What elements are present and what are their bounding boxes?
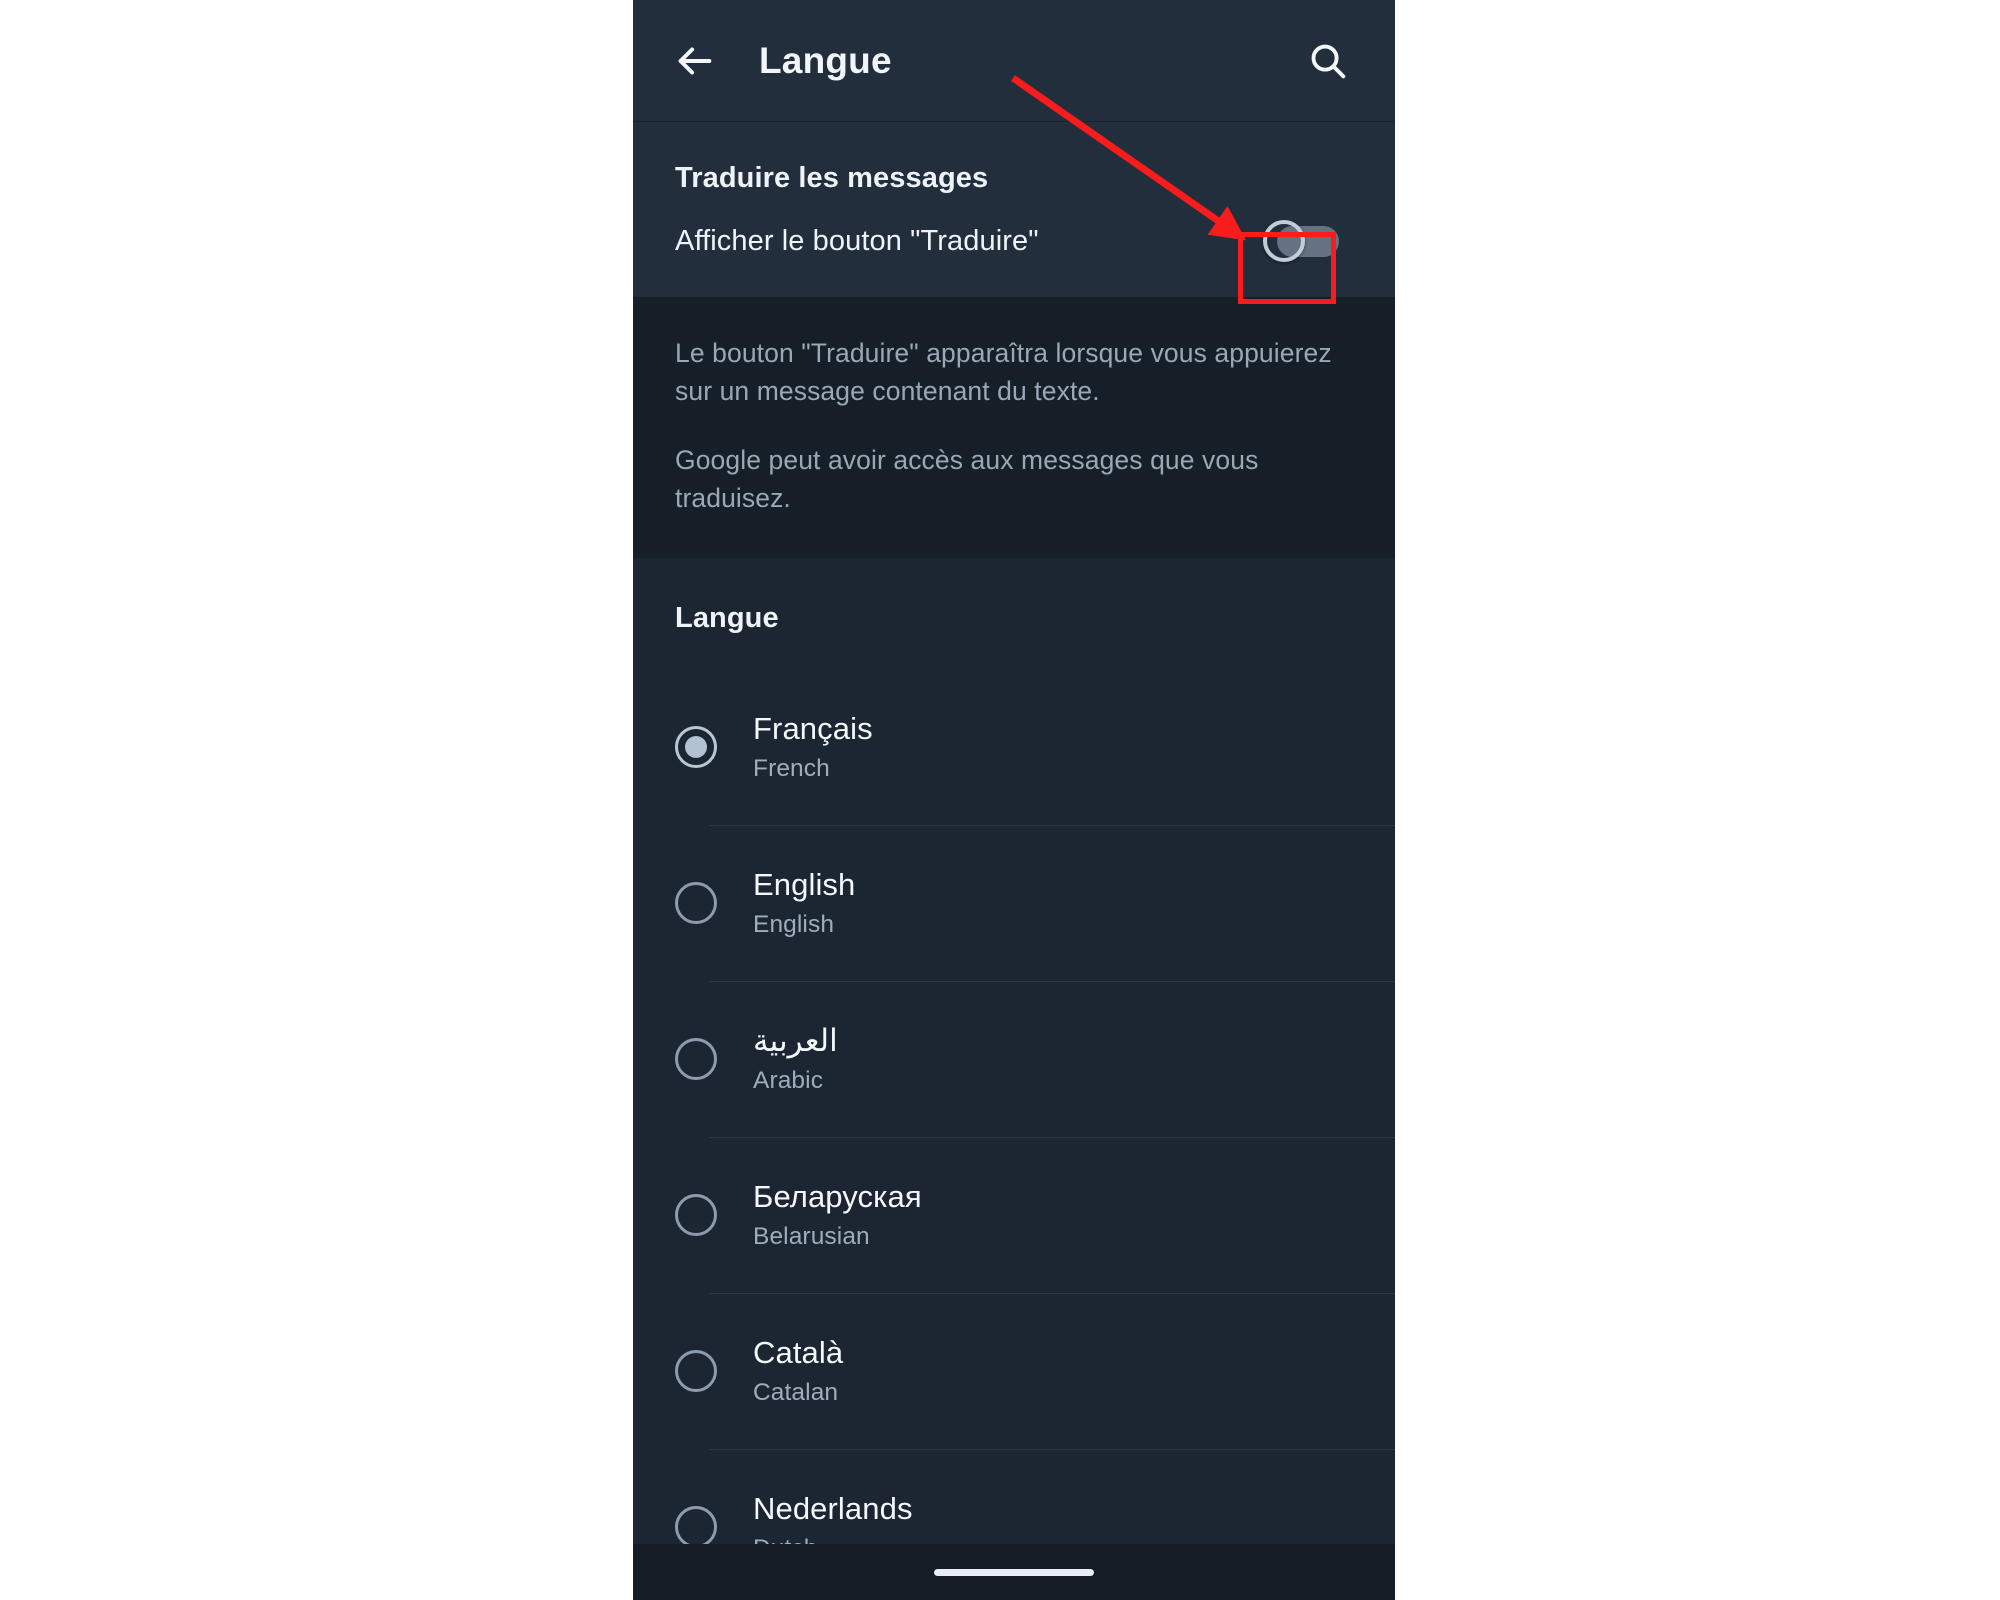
language-labels: العربية Arabic (753, 1023, 838, 1095)
language-native-name: Беларуская (753, 1178, 922, 1214)
screenshot-canvas: Langue Traduire les messages Afficher le… (0, 0, 2000, 1600)
language-english-name: English (753, 910, 835, 938)
language-section-heading: Langue (675, 601, 779, 634)
show-translate-button-label: Afficher le bouton "Traduire" (675, 224, 1039, 257)
language-option-english[interactable]: English English (633, 824, 1395, 981)
description-paragraph-1: Le bouton "Traduire" apparaîtra lorsque … (675, 338, 1332, 406)
language-native-name: Nederlands (753, 1490, 913, 1526)
translate-messages-section: Traduire les messages Afficher le bouton… (633, 122, 1395, 297)
language-english-name: Belarusian (753, 1222, 870, 1250)
page-title: Langue (759, 39, 892, 81)
language-english-name: French (753, 754, 830, 782)
language-labels: Беларуская Belarusian (753, 1179, 922, 1251)
app-bar: Langue (633, 0, 1395, 122)
translate-description-block: Le bouton "Traduire" apparaîtra lorsque … (633, 297, 1395, 558)
arrow-left-icon (678, 46, 712, 75)
language-native-name: العربية (753, 1022, 838, 1058)
home-indicator[interactable] (934, 1568, 1094, 1576)
show-translate-button-row[interactable]: Afficher le bouton "Traduire" (633, 195, 1395, 283)
system-navigation-bar (633, 1544, 1395, 1600)
language-labels: Català Catalan (753, 1335, 843, 1407)
back-button[interactable] (651, 18, 737, 104)
show-translate-button-toggle[interactable] (1261, 217, 1341, 265)
radio-button[interactable] (675, 1505, 717, 1548)
description-paragraph-2: Google peut avoir accès aux messages que… (675, 445, 1259, 513)
radio-button[interactable] (675, 1037, 717, 1080)
translate-section-heading: Traduire les messages (675, 162, 989, 194)
language-labels: English English (753, 867, 855, 939)
language-option-catalan[interactable]: Català Catalan (633, 1292, 1395, 1449)
toggle-knob (1263, 220, 1305, 262)
radio-button[interactable] (675, 1193, 717, 1236)
language-native-name: English (753, 866, 856, 902)
radio-button[interactable] (675, 725, 717, 768)
language-native-name: Français (753, 710, 873, 746)
language-section: Langue Français French English English ا (633, 557, 1395, 1600)
language-option-arabic[interactable]: العربية Arabic (633, 980, 1395, 1137)
language-english-name: Arabic (753, 1066, 824, 1094)
radio-button[interactable] (675, 1349, 717, 1392)
language-option-belarusian[interactable]: Беларуская Belarusian (633, 1136, 1395, 1293)
phone-screen: Langue Traduire les messages Afficher le… (633, 0, 1395, 1600)
search-button[interactable] (1285, 18, 1371, 104)
language-labels: Français French (753, 711, 873, 783)
language-english-name: Catalan (753, 1378, 839, 1406)
radio-button[interactable] (675, 881, 717, 924)
language-option-french[interactable]: Français French (633, 669, 1395, 825)
language-native-name: Català (753, 1334, 844, 1370)
search-icon (1311, 44, 1346, 78)
